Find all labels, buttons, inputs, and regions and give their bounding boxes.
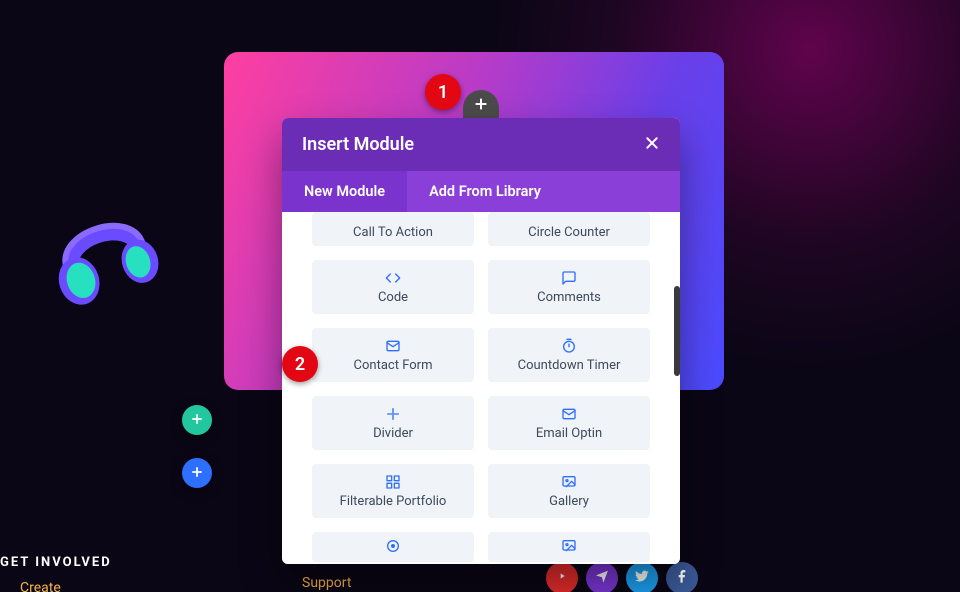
social-send[interactable] xyxy=(586,562,618,592)
youtube-icon xyxy=(554,568,570,588)
circle-dot-icon xyxy=(385,538,401,554)
image-icon xyxy=(561,474,577,490)
send-icon xyxy=(594,568,610,588)
module-next-left[interactable] xyxy=(312,532,474,562)
module-grid: Call To Action Circle Counter Code Comme… xyxy=(282,212,680,564)
scrollbar-thumb[interactable] xyxy=(674,286,680,376)
timer-icon xyxy=(561,338,577,354)
annotation-step-1: 1 xyxy=(425,74,461,110)
module-label: Call To Action xyxy=(353,225,433,240)
module-next-right[interactable] xyxy=(488,532,650,562)
social-twitter[interactable] xyxy=(626,562,658,592)
image-icon xyxy=(561,538,577,554)
mail-icon xyxy=(385,338,401,354)
footer-link-support[interactable]: Support xyxy=(302,575,351,591)
module-countdown-timer[interactable]: Countdown Timer xyxy=(488,328,650,382)
modal-header: Insert Module xyxy=(282,118,680,171)
social-facebook[interactable] xyxy=(666,562,698,592)
module-list-scroll[interactable]: Call To Action Circle Counter Code Comme… xyxy=(282,212,680,564)
module-label: Contact Form xyxy=(354,358,433,373)
social-youtube[interactable] xyxy=(546,562,578,592)
code-icon xyxy=(385,270,401,286)
plus-icon xyxy=(190,464,204,483)
modal-close-button[interactable] xyxy=(644,135,660,155)
divider-icon xyxy=(385,406,401,422)
grid-icon xyxy=(385,474,401,490)
module-label: Filterable Portfolio xyxy=(340,494,447,509)
headphones-illustration xyxy=(34,184,174,324)
close-icon xyxy=(644,135,660,155)
module-label: Circle Counter xyxy=(528,225,610,240)
module-filterable-portfolio[interactable]: Filterable Portfolio xyxy=(312,464,474,518)
module-email-optin[interactable]: Email Optin xyxy=(488,396,650,450)
module-label: Code xyxy=(378,290,408,305)
footer-link-create[interactable]: Create xyxy=(20,580,61,592)
module-gallery[interactable]: Gallery xyxy=(488,464,650,518)
module-divider[interactable]: Divider xyxy=(312,396,474,450)
footer-heading-get-involved: GET INVOLVED xyxy=(0,555,112,570)
module-label: Countdown Timer xyxy=(518,358,621,373)
plus-icon xyxy=(190,411,204,430)
module-code[interactable]: Code xyxy=(312,260,474,314)
plus-icon xyxy=(473,96,489,116)
module-label: Divider xyxy=(373,426,413,441)
module-comments[interactable]: Comments xyxy=(488,260,650,314)
tab-add-from-library[interactable]: Add From Library xyxy=(407,171,563,212)
tab-new-module[interactable]: New Module xyxy=(282,171,407,212)
facebook-icon xyxy=(674,568,690,588)
modal-title: Insert Module xyxy=(302,134,414,155)
mail-icon xyxy=(561,406,577,422)
module-label: Email Optin xyxy=(536,426,602,441)
module-circle-counter[interactable]: Circle Counter xyxy=(488,212,650,246)
add-section-button[interactable] xyxy=(182,405,212,435)
annotation-step-2: 2 xyxy=(282,346,318,382)
module-call-to-action[interactable]: Call To Action xyxy=(312,212,474,246)
module-label: Comments xyxy=(537,290,601,305)
module-label: Gallery xyxy=(549,494,589,509)
comment-icon xyxy=(561,270,577,286)
add-row-button[interactable] xyxy=(182,458,212,488)
modal-tabbar: New Module Add From Library xyxy=(282,171,680,212)
twitter-icon xyxy=(634,568,650,588)
social-row xyxy=(546,562,698,592)
insert-module-modal: Insert Module New Module Add From Librar… xyxy=(282,118,680,564)
module-contact-form[interactable]: Contact Form xyxy=(312,328,474,382)
